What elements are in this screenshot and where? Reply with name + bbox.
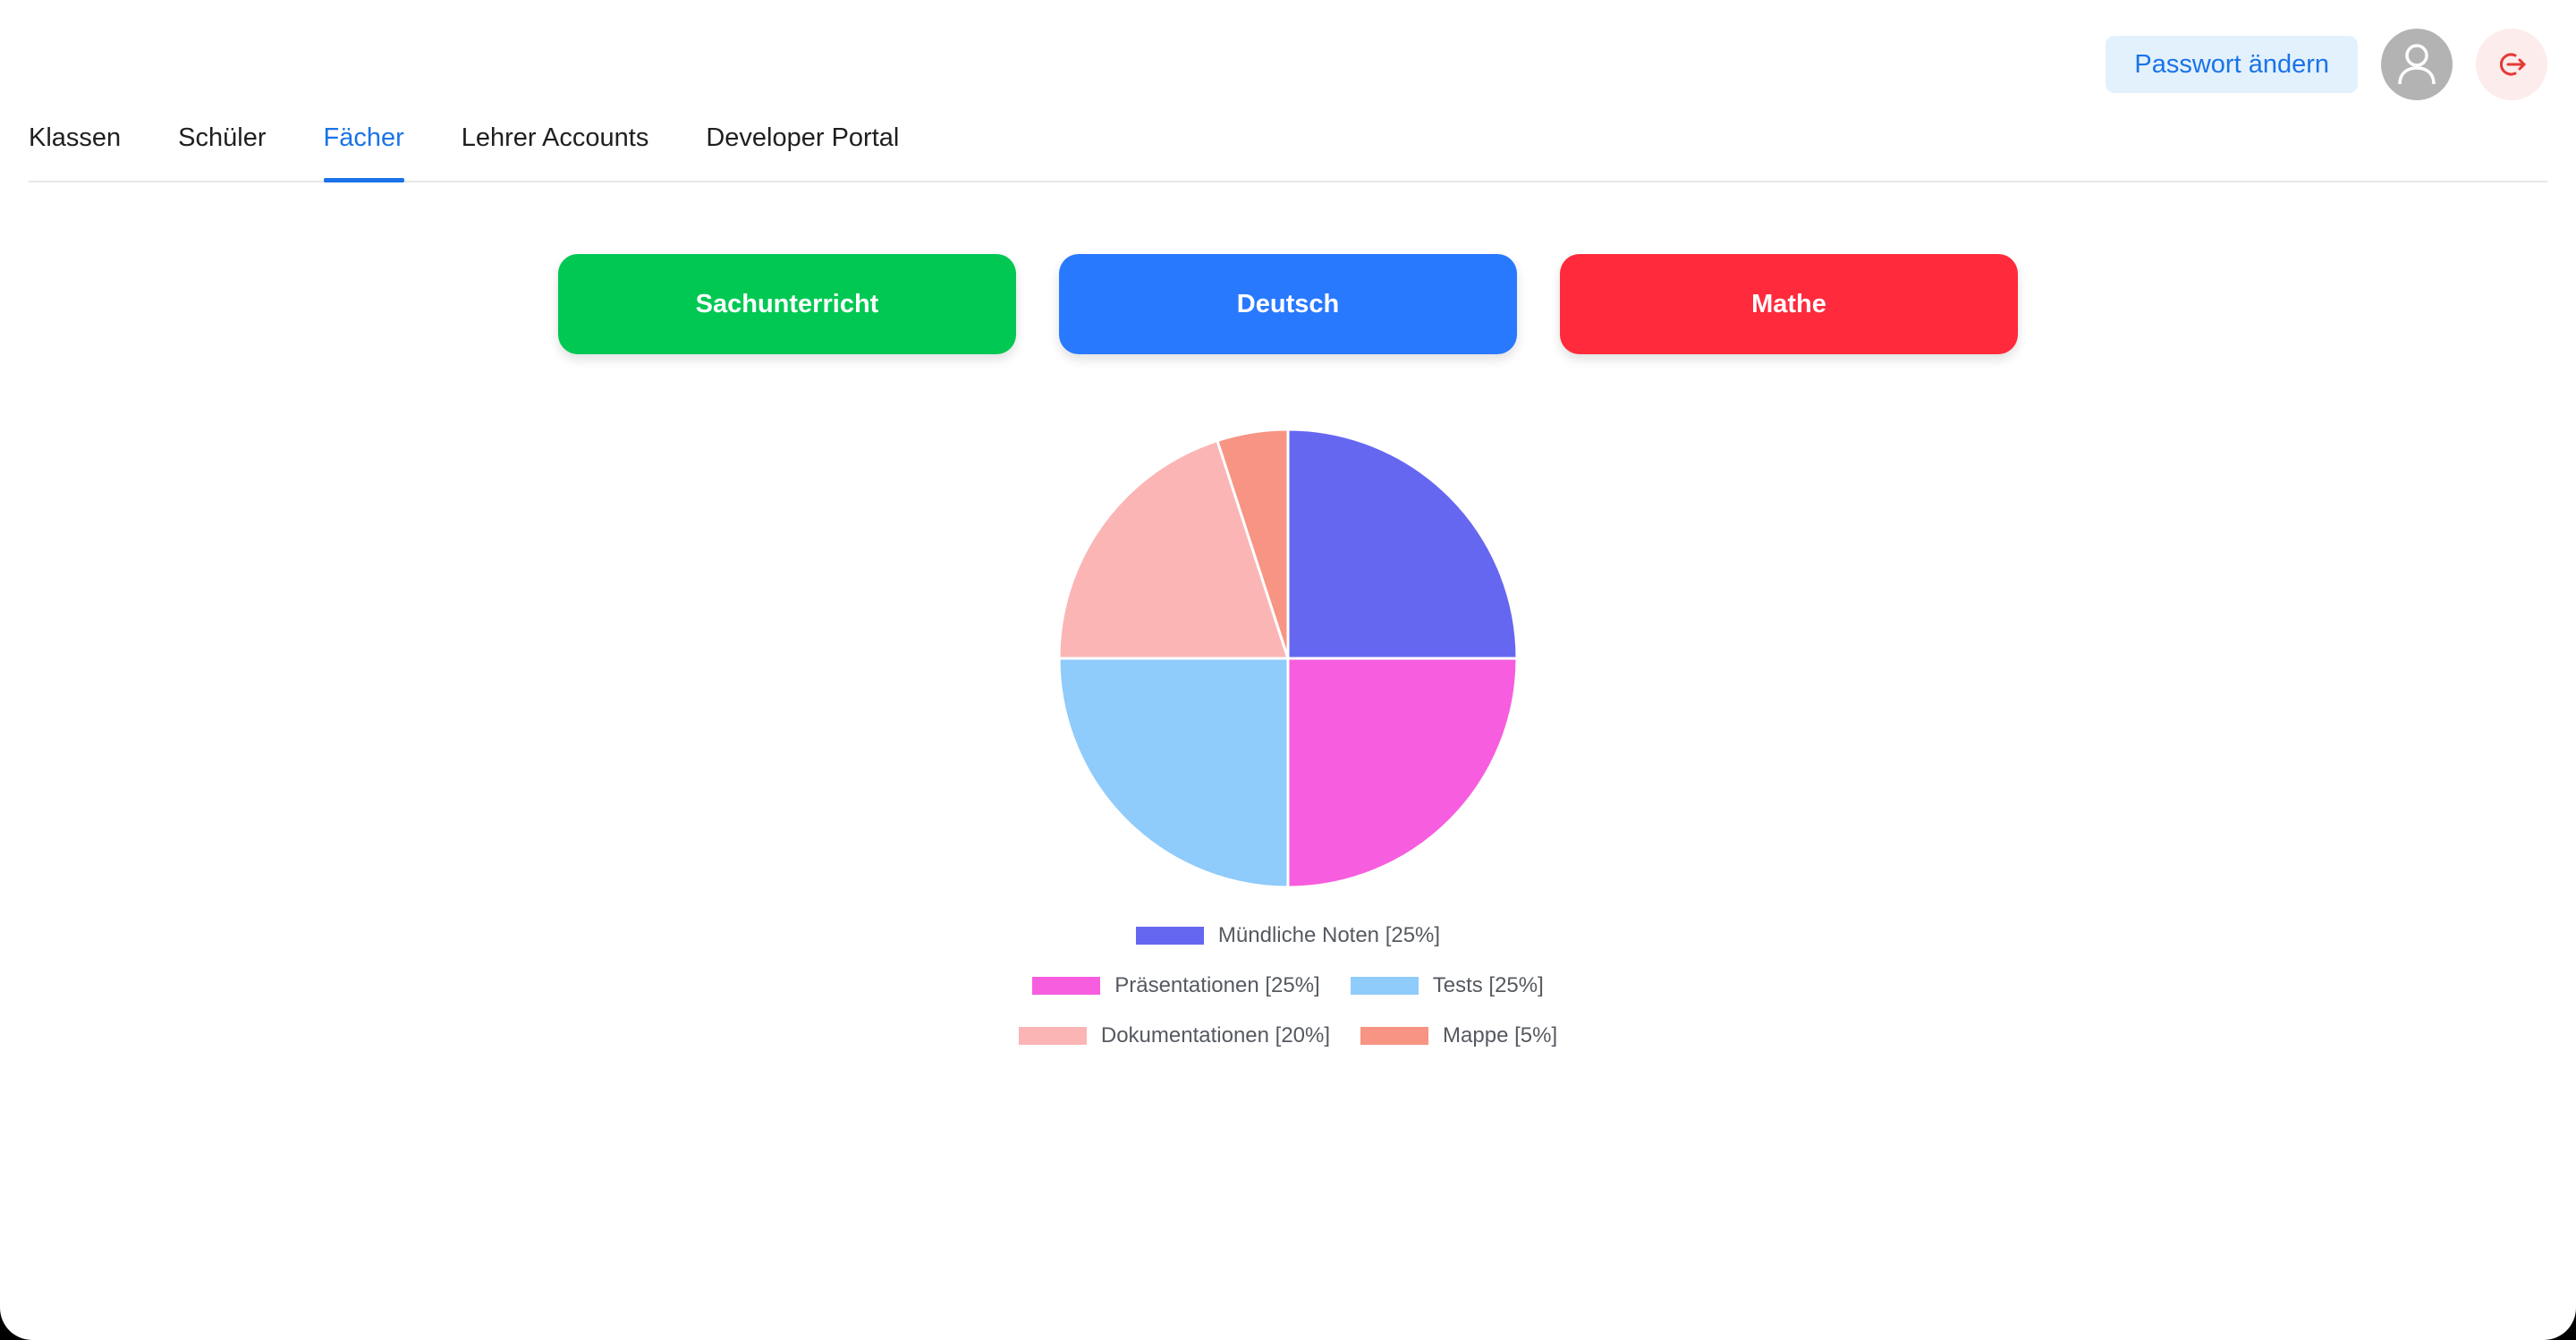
logout-button[interactable]: [2476, 29, 2547, 100]
legend-row: Präsentationen [25%] Tests [25%]: [0, 961, 2576, 1011]
logout-icon: [2499, 53, 2526, 76]
tab-lehrer-accounts[interactable]: Lehrer Accounts: [462, 114, 649, 181]
user-avatar[interactable]: [2381, 29, 2453, 100]
legend-label: Tests [25%]: [1432, 973, 1544, 997]
tab-developer-portal[interactable]: Developer Portal: [706, 114, 899, 181]
legend-swatch: [1350, 977, 1419, 995]
main-tabs: Klassen Schüler Fächer Lehrer Accounts D…: [29, 114, 2547, 182]
pie-slice[interactable]: [1286, 428, 1519, 660]
tab-schueler[interactable]: Schüler: [178, 114, 266, 181]
legend-swatch: [1360, 1027, 1429, 1045]
subject-buttons: Sachunterricht Deutsch Mathe: [558, 254, 2018, 354]
legend-item[interactable]: Mappe [5%]: [1360, 1023, 1557, 1048]
legend-label: Mündliche Noten [25%]: [1217, 923, 1441, 947]
legend-swatch: [1018, 1027, 1087, 1045]
legend-label: Mappe [5%]: [1443, 1023, 1558, 1047]
legend-swatch: [1135, 927, 1204, 945]
legend-swatch: [1032, 977, 1101, 995]
pie-slice[interactable]: [1057, 657, 1290, 889]
tab-klassen[interactable]: Klassen: [29, 114, 121, 181]
legend-label: Präsentationen [25%]: [1114, 973, 1320, 997]
grade-weight-pie-chart: [1055, 426, 1521, 891]
subject-button-mathe[interactable]: Mathe: [1560, 254, 2018, 354]
legend-item[interactable]: Präsentationen [25%]: [1032, 973, 1320, 998]
legend-item[interactable]: Mündliche Noten [25%]: [1135, 923, 1441, 948]
user-icon: [2398, 44, 2436, 85]
header-actions: Passwort ändern: [2106, 29, 2547, 100]
pie-slice[interactable]: [1286, 657, 1519, 889]
pie-svg: [1057, 428, 1519, 889]
chart-legend: Mündliche Noten [25%] Präsentationen [25…: [0, 911, 2576, 1061]
app-window: Passwort ändern Klassen Schüler Fächer L…: [0, 0, 2576, 1340]
legend-row: Dokumentationen [20%] Mappe [5%]: [0, 1011, 2576, 1061]
legend-item[interactable]: Dokumentationen [20%]: [1018, 1023, 1331, 1048]
legend-row: Mündliche Noten [25%]: [0, 911, 2576, 961]
legend-item[interactable]: Tests [25%]: [1350, 973, 1544, 998]
legend-label: Dokumentationen [20%]: [1100, 1023, 1331, 1047]
subject-button-sachunterricht[interactable]: Sachunterricht: [558, 254, 1016, 354]
tab-faecher[interactable]: Fächer: [323, 114, 405, 182]
change-password-button[interactable]: Passwort ändern: [2106, 36, 2358, 93]
subject-button-deutsch[interactable]: Deutsch: [1059, 254, 1517, 354]
